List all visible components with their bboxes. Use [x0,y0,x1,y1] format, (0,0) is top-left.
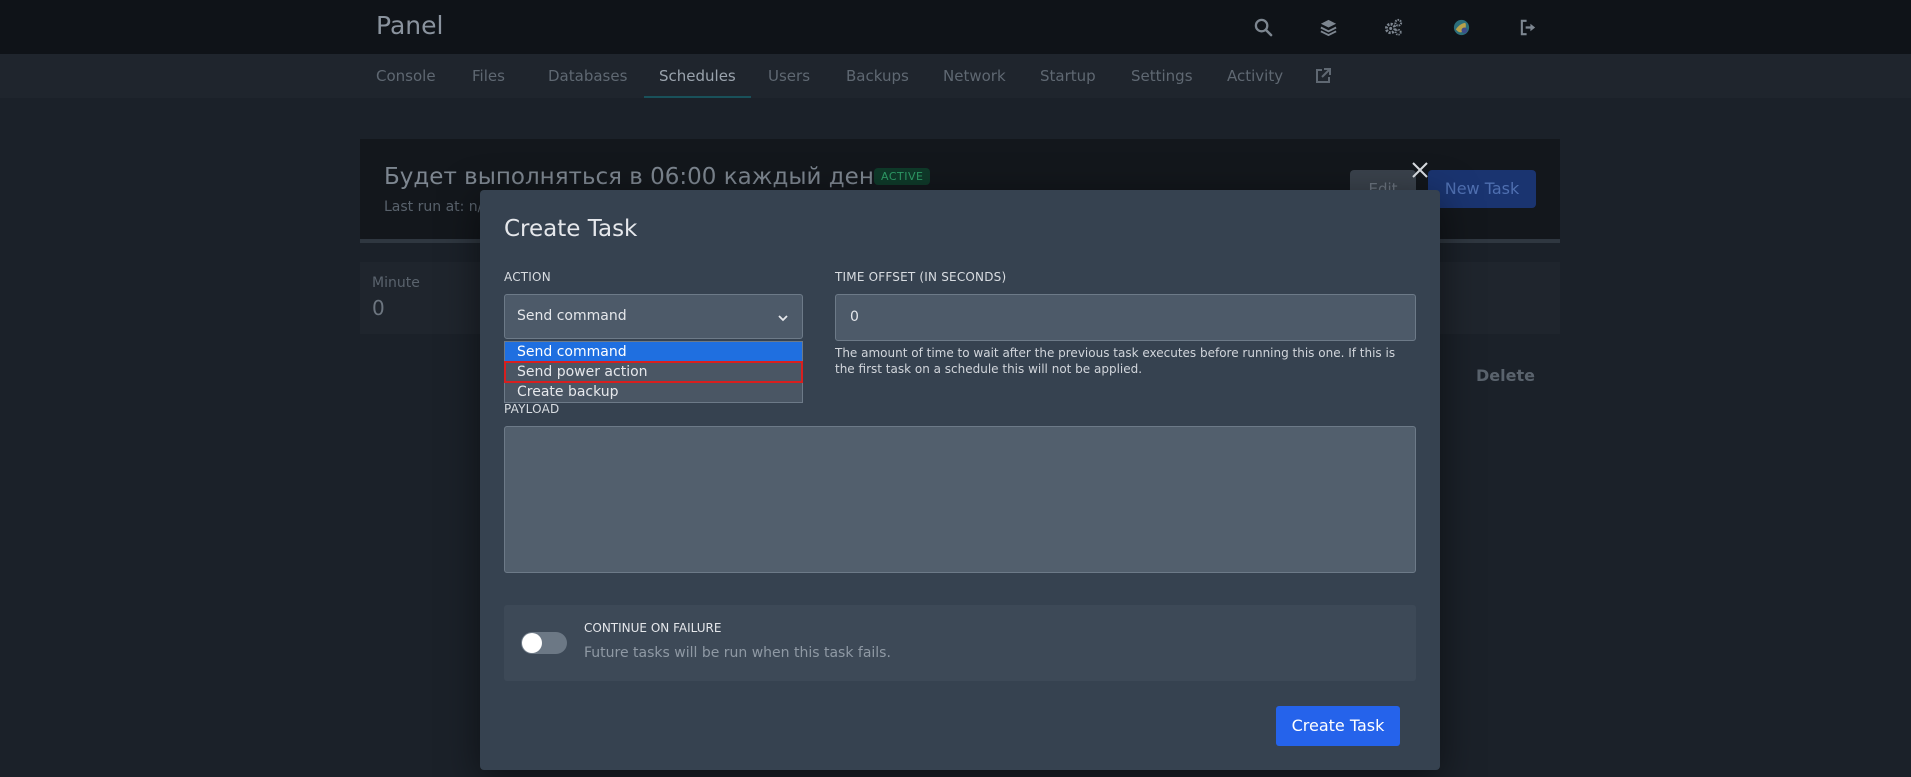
action-dropdown-list: Send command Send power action Create ba… [504,341,803,403]
cogs-icon[interactable] [1380,14,1406,40]
top-bar: Panel [0,0,1911,54]
action-option-send-power-action[interactable]: Send power action [504,361,803,383]
close-icon[interactable] [1408,158,1432,182]
create-task-modal: Create Task ACTION Send command Send com… [480,190,1440,770]
status-badge: ACTIVE [874,168,931,185]
chevron-down-icon [776,310,790,324]
cron-minute-value: 0 [372,296,385,320]
sign-out-icon[interactable] [1515,14,1541,40]
tab-network[interactable]: Network [943,54,1006,98]
create-task-button[interactable]: Create Task [1276,706,1400,746]
tab-files[interactable]: Files [472,54,505,98]
brand-logo[interactable]: Panel [376,11,443,40]
payload-textarea[interactable] [504,426,1416,573]
action-option-create-backup[interactable]: Create backup [505,382,802,402]
server-nav: Console Files Databases Schedules Users … [0,54,1911,98]
continue-on-failure-card: CONTINUE ON FAILURE Future tasks will be… [504,605,1416,681]
action-label: ACTION [504,270,551,284]
action-select[interactable]: Send command [504,294,803,339]
search-icon[interactable] [1250,14,1276,40]
payload-label: PAYLOAD [504,402,560,416]
tab-backups[interactable]: Backups [846,54,909,98]
cron-minute-label: Minute [372,275,420,291]
new-task-button[interactable]: New Task [1428,170,1536,208]
tab-settings[interactable]: Settings [1131,54,1193,98]
time-offset-input[interactable]: 0 [835,294,1416,341]
continue-on-failure-desc: Future tasks will be run when this task … [584,645,891,661]
toggle-knob [522,633,542,653]
time-offset-label: TIME OFFSET (IN SECONDS) [835,270,1007,284]
continue-on-failure-toggle[interactable] [521,632,567,654]
time-offset-help: The amount of time to wait after the pre… [835,346,1396,376]
action-option-send-command[interactable]: Send command [505,342,802,362]
delete-button[interactable]: Delete [1476,366,1535,385]
avatar-icon[interactable] [1448,14,1474,40]
action-select-value: Send command [517,308,627,324]
layers-icon[interactable] [1315,14,1341,40]
tab-activity[interactable]: Activity [1227,54,1283,98]
tab-databases[interactable]: Databases [548,54,627,98]
continue-on-failure-label: CONTINUE ON FAILURE [584,621,722,635]
tab-console[interactable]: Console [376,54,436,98]
tab-startup[interactable]: Startup [1040,54,1096,98]
time-offset-value: 0 [850,309,859,325]
schedule-title: Будет выполняться в 06:00 каждый день [384,164,888,190]
tab-schedules[interactable]: Schedules [644,54,751,98]
external-link-icon[interactable] [1314,67,1332,85]
tab-users[interactable]: Users [768,54,810,98]
last-run-text: Last run at: n/ [384,199,483,215]
modal-title: Create Task [504,216,638,242]
